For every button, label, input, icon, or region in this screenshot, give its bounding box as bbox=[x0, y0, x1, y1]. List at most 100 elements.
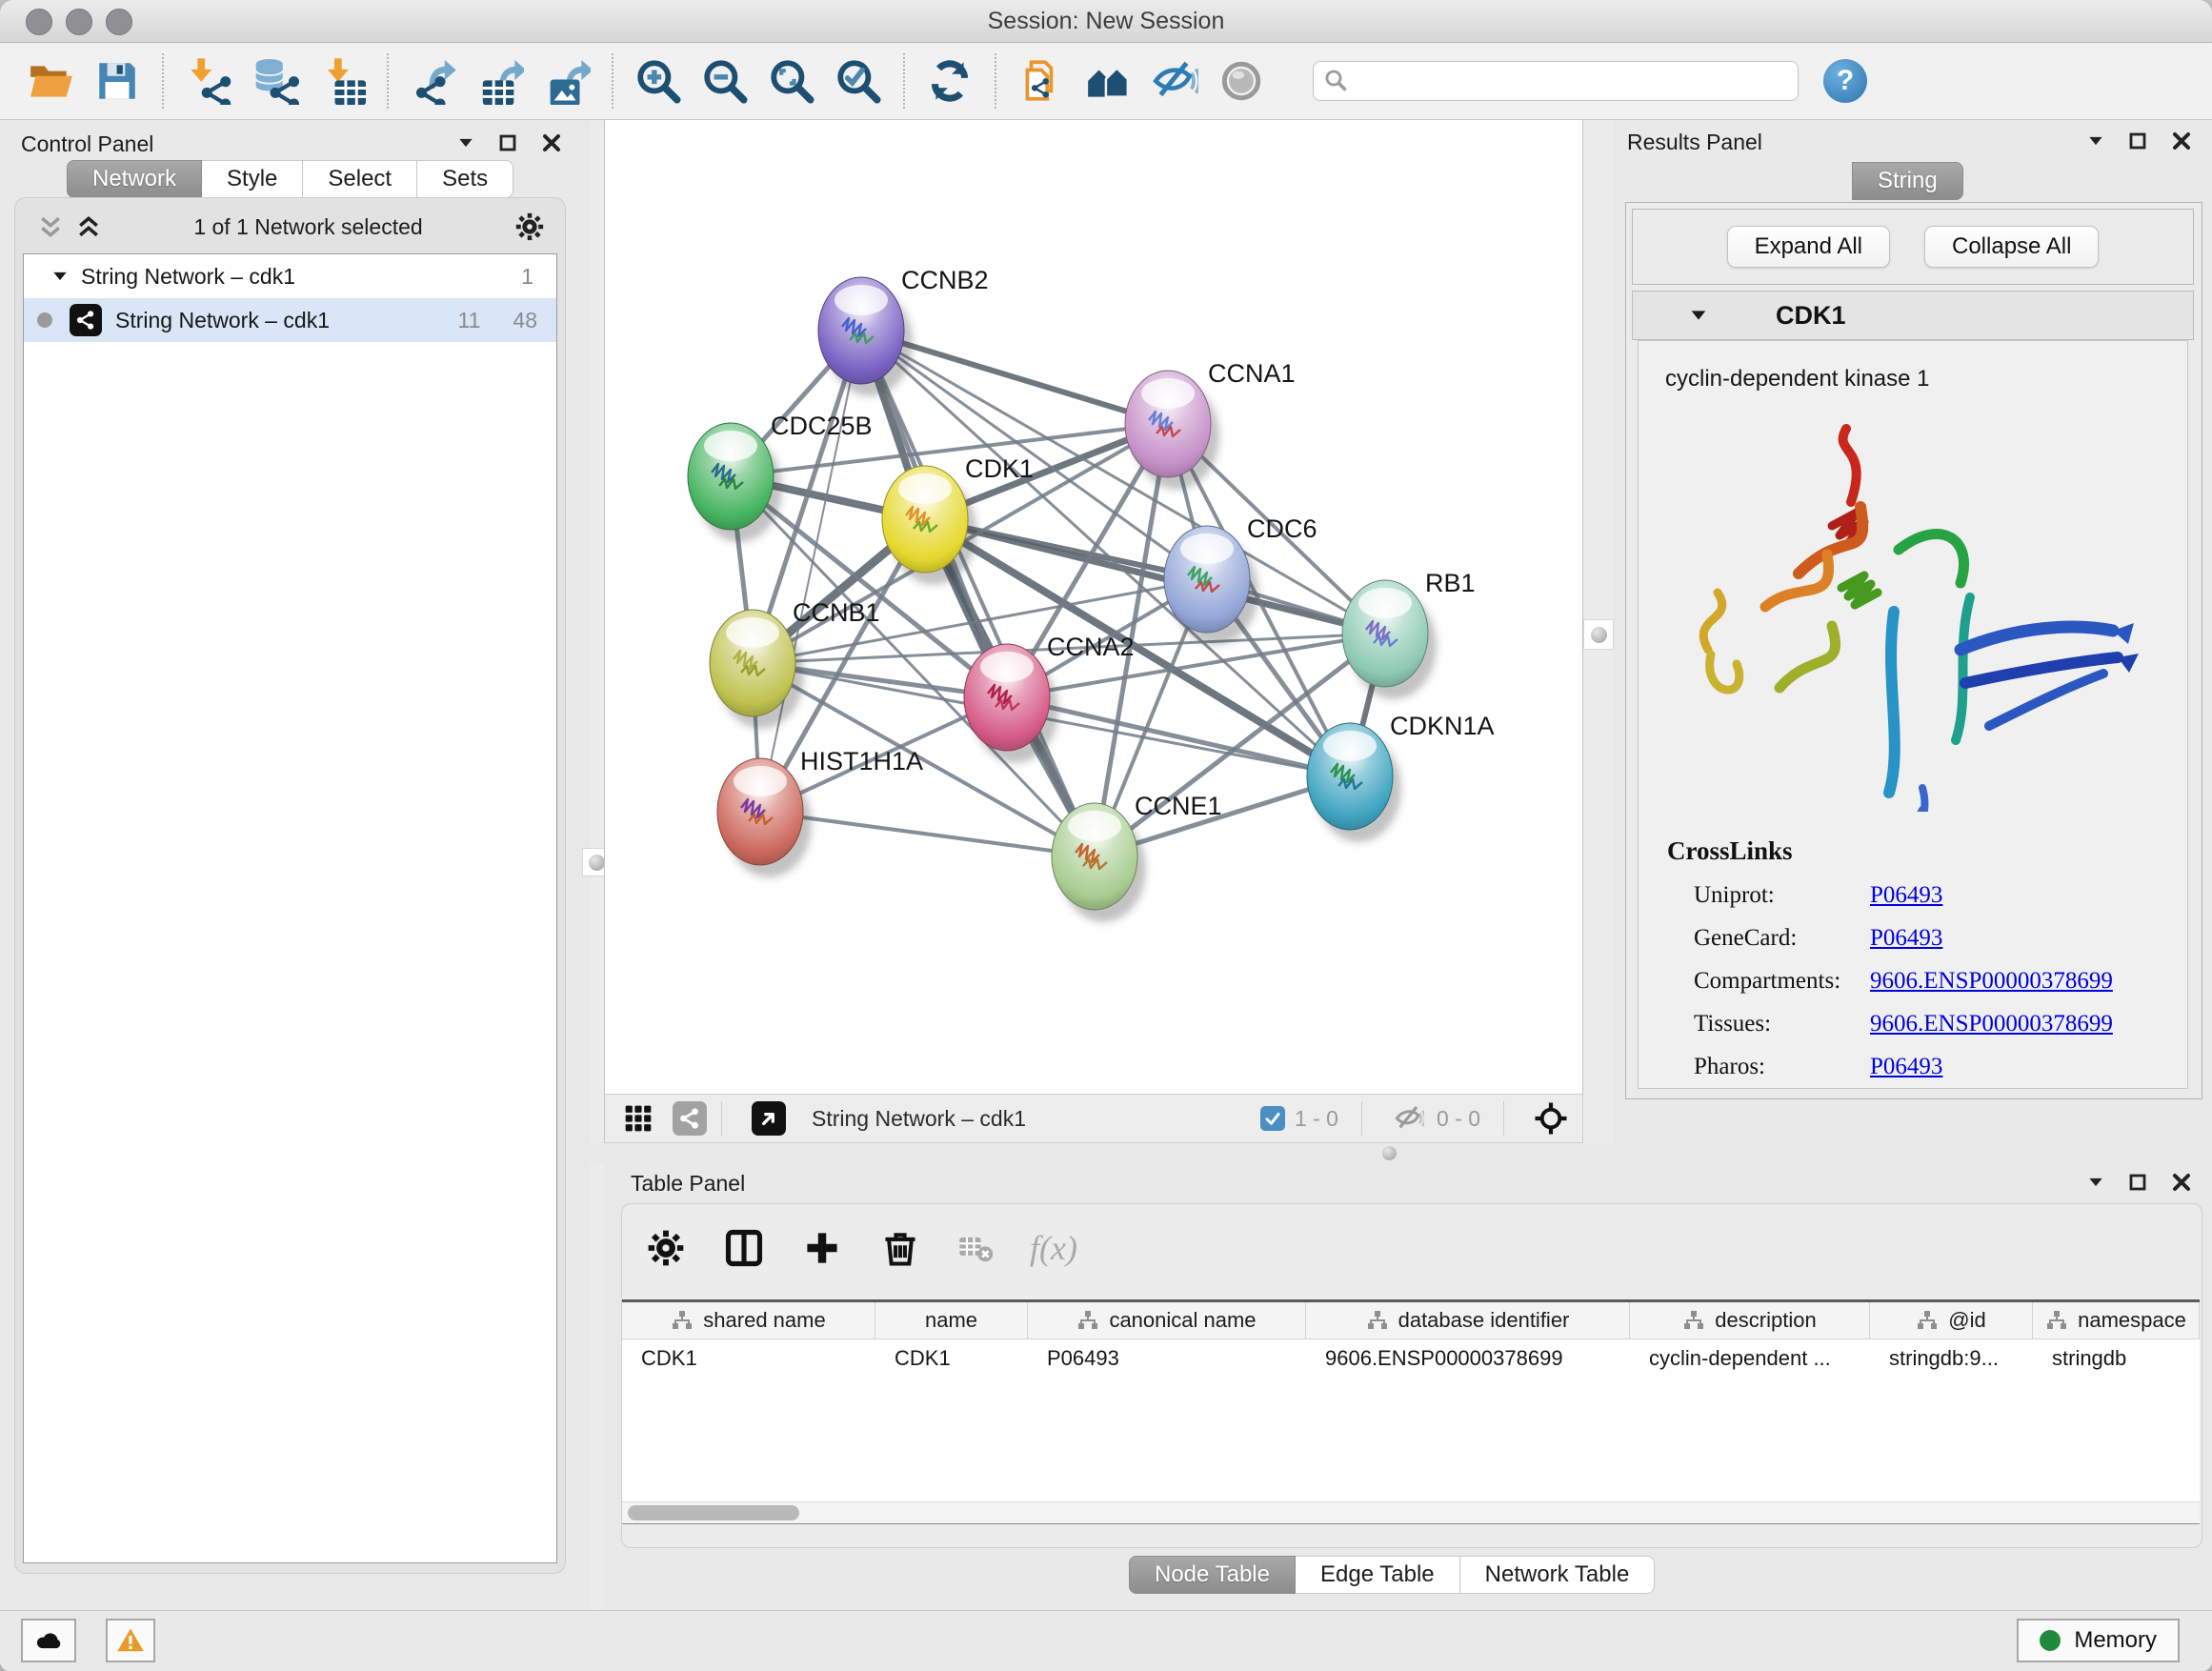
node-CCNB2[interactable]: CCNB2 bbox=[818, 266, 989, 396]
horizontal-splitter-handle[interactable] bbox=[1382, 1146, 1397, 1160]
column-header-canonical-name[interactable]: canonical name bbox=[1028, 1302, 1306, 1339]
hidden-eye-icon[interactable] bbox=[1391, 1100, 1427, 1137]
open-file-icon[interactable] bbox=[23, 53, 78, 109]
node-label-RB1: RB1 bbox=[1425, 569, 1476, 597]
panel-close-icon[interactable] bbox=[2170, 1171, 2193, 1194]
column-header-name[interactable]: name bbox=[875, 1302, 1028, 1339]
column-header-shared-name[interactable]: shared name bbox=[622, 1302, 875, 1339]
tab-sets[interactable]: Sets bbox=[417, 160, 513, 198]
column-header-namespace[interactable]: namespace bbox=[2033, 1302, 2200, 1339]
crosslink-link[interactable]: P06493 bbox=[1870, 882, 1942, 909]
import-network-database-icon[interactable] bbox=[248, 53, 303, 109]
import-network-icon[interactable] bbox=[181, 53, 236, 109]
selected-checkbox-icon[interactable] bbox=[1260, 1106, 1285, 1131]
open-view-icon[interactable] bbox=[751, 1100, 787, 1137]
table-cell[interactable]: stringdb bbox=[2033, 1339, 2200, 1378]
collection-expand-icon[interactable] bbox=[50, 267, 70, 286]
panel-collapse-icon[interactable] bbox=[456, 133, 475, 152]
copy-network-icon[interactable] bbox=[1014, 53, 1069, 109]
export-network-icon[interactable] bbox=[406, 53, 461, 109]
collapse-all-button[interactable]: Collapse All bbox=[1924, 226, 2099, 268]
node-CCNB1[interactable]: CCNB1 bbox=[710, 598, 880, 729]
table-cell[interactable]: 9606.ENSP00000378699 bbox=[1306, 1339, 1630, 1378]
zoom-out-icon[interactable] bbox=[697, 53, 753, 109]
panel-collapse-icon[interactable] bbox=[2086, 131, 2105, 151]
node-HIST1H1A[interactable]: HIST1H1A bbox=[717, 747, 923, 877]
orb-icon[interactable] bbox=[1214, 53, 1269, 109]
tab-node-table[interactable]: Node Table bbox=[1129, 1556, 1296, 1594]
column-header--id[interactable]: @id bbox=[1870, 1302, 2033, 1339]
column-header-description[interactable]: description bbox=[1630, 1302, 1870, 1339]
zoom-fit-icon[interactable] bbox=[764, 53, 819, 109]
cloud-button[interactable] bbox=[21, 1619, 76, 1662]
delete-icon[interactable] bbox=[879, 1227, 921, 1269]
export-table-icon[interactable] bbox=[473, 53, 528, 109]
tab-string[interactable]: String bbox=[1852, 162, 1963, 200]
export-image-icon[interactable] bbox=[539, 53, 594, 109]
network-row-selected[interactable]: String Network – cdk1 11 48 bbox=[24, 298, 556, 342]
table-horizontal-scrollbar[interactable] bbox=[622, 1501, 2200, 1523]
warning-button[interactable] bbox=[106, 1619, 155, 1662]
table-cell[interactable]: stringdb:9... bbox=[1870, 1339, 2033, 1378]
expand-all-networks-icon[interactable] bbox=[74, 212, 103, 241]
gene-section-header[interactable]: CDK1 bbox=[1632, 291, 2194, 340]
expand-all-button[interactable]: Expand All bbox=[1727, 226, 1890, 268]
crosslink-link[interactable]: P06493 bbox=[1870, 925, 1942, 952]
network-node-count: 11 bbox=[458, 308, 481, 333]
gene-collapse-icon[interactable] bbox=[1688, 305, 1709, 326]
search-input[interactable] bbox=[1313, 61, 1799, 101]
tab-edge-table[interactable]: Edge Table bbox=[1296, 1556, 1460, 1594]
table-cell[interactable]: cyclin-dependent ... bbox=[1630, 1339, 1870, 1378]
right-splitter[interactable] bbox=[1583, 120, 1614, 1157]
scrollbar-thumb[interactable] bbox=[628, 1505, 799, 1520]
node-CCNA2[interactable]: CCNA2 bbox=[964, 633, 1135, 763]
help-icon[interactable]: ? bbox=[1823, 59, 1867, 103]
tab-network-table[interactable]: Network Table bbox=[1460, 1556, 1656, 1594]
hide-graphics-icon[interactable] bbox=[1147, 53, 1202, 109]
table-cell[interactable]: P06493 bbox=[1028, 1339, 1306, 1378]
tab-network[interactable]: Network bbox=[67, 160, 202, 198]
column-header-database-identifier[interactable]: database identifier bbox=[1306, 1302, 1630, 1339]
tab-style[interactable]: Style bbox=[202, 160, 303, 198]
crosslink-link[interactable]: P06493 bbox=[1870, 1054, 1942, 1080]
network-collection-row[interactable]: String Network – cdk1 1 bbox=[24, 254, 556, 298]
tab-select[interactable]: Select bbox=[303, 160, 417, 198]
table-cell[interactable]: CDK1 bbox=[622, 1339, 875, 1378]
left-splitter[interactable] bbox=[590, 120, 604, 1610]
memory-button[interactable]: Memory bbox=[2017, 1619, 2180, 1662]
columns-icon[interactable] bbox=[723, 1227, 765, 1269]
panel-float-icon[interactable] bbox=[2126, 130, 2149, 152]
save-session-icon[interactable] bbox=[90, 53, 145, 109]
node-CCNE1[interactable]: CCNE1 bbox=[1052, 792, 1222, 922]
node-RB1[interactable]: RB1 bbox=[1342, 569, 1476, 699]
right-splitter-handle[interactable] bbox=[1584, 620, 1613, 649]
birds-eye-icon[interactable] bbox=[1533, 1100, 1569, 1137]
import-table-icon[interactable] bbox=[314, 53, 370, 109]
crosslink-link[interactable]: 9606.ENSP00000378699 bbox=[1870, 968, 2113, 995]
node-CCNA1[interactable]: CCNA1 bbox=[1125, 359, 1296, 490]
grid-view-icon[interactable] bbox=[620, 1100, 656, 1137]
table-cell[interactable]: CDK1 bbox=[875, 1339, 1028, 1378]
edge-CCNB2-CCNE1[interactable] bbox=[861, 331, 1095, 856]
zoom-in-icon[interactable] bbox=[631, 53, 686, 109]
node-table[interactable]: shared namenamecanonical namedatabase id… bbox=[622, 1299, 2200, 1524]
gear-icon[interactable] bbox=[645, 1227, 687, 1269]
crosslink-link[interactable]: 9606.ENSP00000378699 bbox=[1870, 1011, 2113, 1037]
panel-float-icon[interactable] bbox=[496, 131, 519, 154]
panel-float-icon[interactable] bbox=[2126, 1171, 2149, 1194]
add-column-icon[interactable] bbox=[801, 1227, 843, 1269]
node-CDC25B[interactable]: CDC25B bbox=[688, 412, 873, 542]
network-canvas[interactable]: CCNB2CCNA1CDC25BCDK1CDC6RB1CCNB1CCNA2CDK… bbox=[604, 120, 1583, 1094]
panel-close-icon[interactable] bbox=[2170, 130, 2193, 152]
zoom-selected-icon[interactable] bbox=[831, 53, 886, 109]
table-row[interactable]: CDK1CDK1P064939606.ENSP00000378699cyclin… bbox=[622, 1339, 2200, 1378]
panel-collapse-icon[interactable] bbox=[2086, 1173, 2105, 1192]
network-list-gear-icon[interactable] bbox=[513, 211, 546, 243]
collapse-all-networks-icon[interactable] bbox=[36, 212, 65, 241]
node-CDKN1A[interactable]: CDKN1A bbox=[1307, 712, 1495, 842]
homes-icon[interactable] bbox=[1080, 53, 1136, 109]
refresh-icon[interactable] bbox=[922, 53, 977, 109]
network-share-icon[interactable] bbox=[672, 1100, 708, 1137]
panel-close-icon[interactable] bbox=[540, 131, 563, 154]
node-CDK1[interactable]: CDK1 bbox=[882, 454, 1034, 585]
